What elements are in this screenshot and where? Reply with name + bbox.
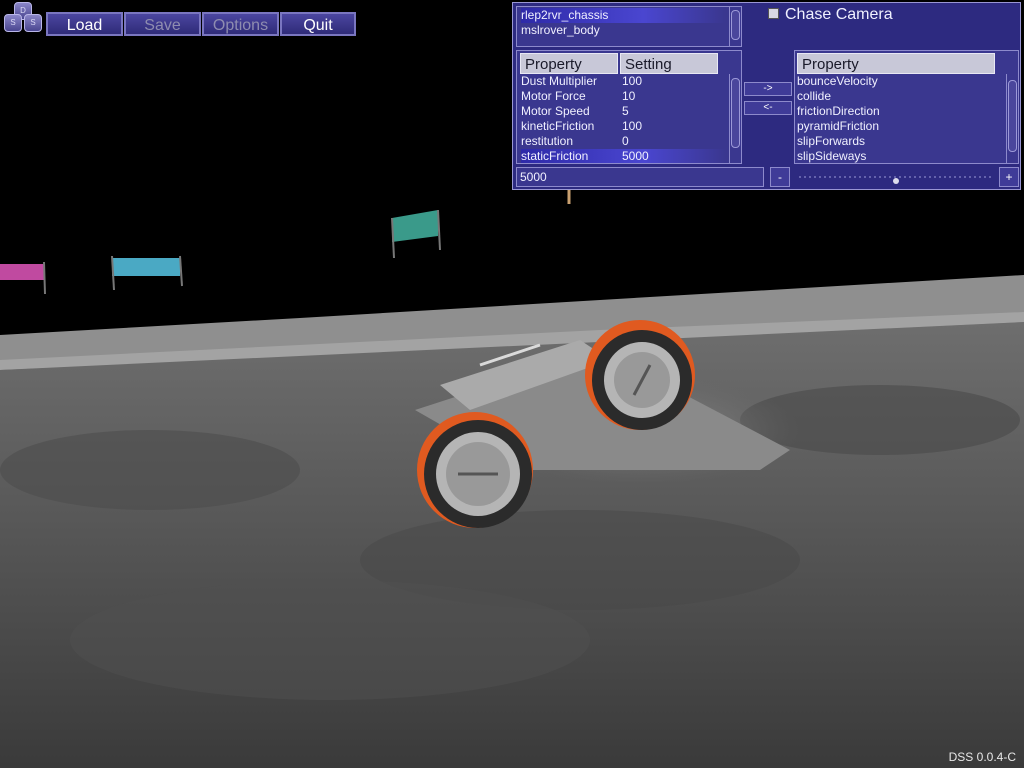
body-list-item[interactable]: rlep2rvr_chassis	[521, 8, 725, 23]
settings-table[interactable]: Property Setting Dust Multiplier 100 Moto…	[516, 50, 742, 164]
property-value: 10	[622, 89, 636, 103]
crater	[70, 580, 590, 700]
scroll-thumb[interactable]	[1008, 80, 1017, 152]
property-name: Motor Speed	[521, 104, 590, 118]
column-header-property[interactable]: Property	[520, 53, 618, 74]
property-name: kineticFriction	[521, 119, 595, 133]
body-list-scrollbar[interactable]	[729, 7, 741, 46]
property-value: 0	[622, 134, 629, 148]
list-item[interactable]: slipForwards	[797, 134, 865, 149]
property-name: Motor Force	[521, 89, 586, 103]
remove-property-button[interactable]: <-	[744, 101, 792, 115]
logo-hex: S	[24, 14, 42, 32]
scroll-thumb[interactable]	[731, 78, 740, 148]
dss-logo: D S S	[2, 2, 42, 32]
value-slider[interactable]	[797, 170, 995, 184]
column-header-setting[interactable]: Setting	[620, 53, 718, 74]
properties-scrollbar[interactable]	[1006, 74, 1018, 163]
save-button[interactable]: Save	[124, 12, 201, 36]
list-item[interactable]: bounceVelocity	[797, 74, 878, 89]
table-row[interactable]: restitution 0	[521, 134, 726, 149]
options-button[interactable]: Options	[202, 12, 279, 36]
list-item[interactable]: frictionDirection	[797, 104, 880, 119]
scroll-thumb[interactable]	[731, 10, 740, 40]
quit-button[interactable]: Quit	[280, 12, 356, 36]
increment-button[interactable]: +	[999, 167, 1019, 187]
property-name: staticFriction	[521, 149, 589, 163]
table-row[interactable]: Motor Force 10	[521, 89, 726, 104]
property-value: 100	[622, 74, 643, 88]
chase-camera-label: Chase Camera	[785, 6, 893, 23]
body-list-item[interactable]: mslrover_body	[521, 23, 725, 38]
list-item[interactable]: collide	[797, 89, 831, 104]
table-row-selected[interactable]: staticFriction 5000	[521, 149, 726, 163]
property-value: 5000	[622, 149, 649, 163]
column-header-property[interactable]: Property	[797, 53, 995, 74]
property-value: 100	[622, 119, 643, 133]
property-value: 5	[622, 104, 629, 118]
table-row[interactable]: kineticFriction 100	[521, 119, 726, 134]
settings-scrollbar[interactable]	[729, 74, 741, 163]
decrement-button[interactable]: -	[770, 167, 790, 187]
chase-camera-checkbox[interactable]	[768, 8, 779, 19]
list-item[interactable]: slipSideways	[797, 149, 866, 163]
slider-knob[interactable]	[893, 178, 899, 184]
property-name: Dust Multiplier	[521, 74, 598, 88]
property-panel: rlep2rvr_chassis mslrover_body Chase Cam…	[512, 2, 1021, 190]
logo-hex: S	[4, 14, 22, 32]
add-property-button[interactable]: ->	[744, 82, 792, 96]
property-name: restitution	[521, 134, 574, 148]
value-input[interactable]: 5000	[516, 167, 764, 187]
table-row[interactable]: Dust Multiplier 100	[521, 74, 726, 89]
version-label: DSS 0.0.4-C	[948, 750, 1016, 764]
table-row[interactable]: Motor Speed 5	[521, 104, 726, 119]
available-properties-table[interactable]: Property bounceVelocity collide friction…	[794, 50, 1019, 164]
list-item[interactable]: pyramidFriction	[797, 119, 879, 134]
load-button[interactable]: Load	[46, 12, 123, 36]
body-list[interactable]: rlep2rvr_chassis mslrover_body	[516, 6, 742, 47]
crater	[0, 430, 300, 510]
